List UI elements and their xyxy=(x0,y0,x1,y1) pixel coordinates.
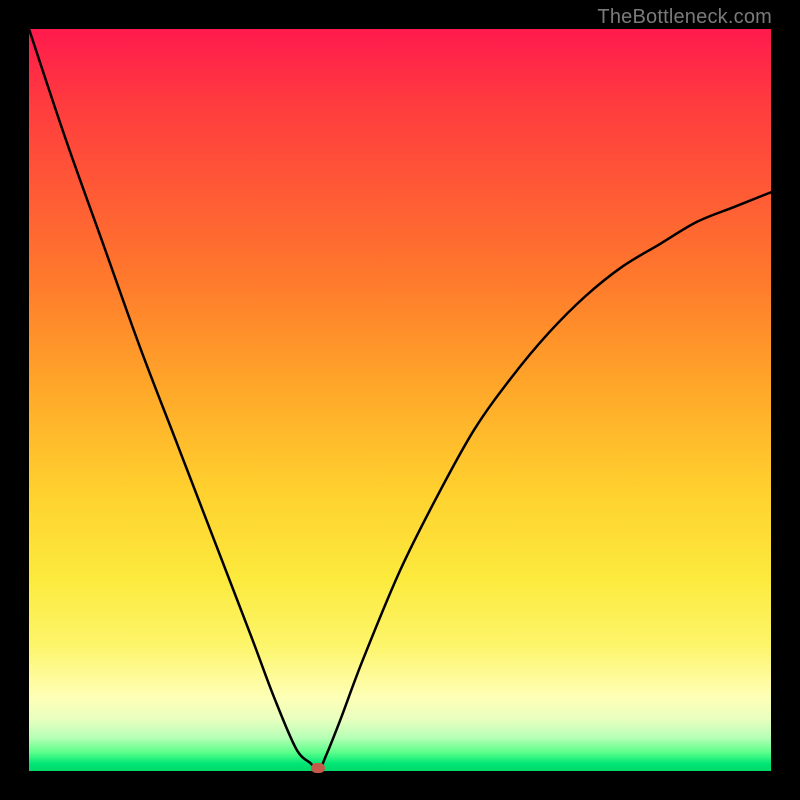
attribution-text: TheBottleneck.com xyxy=(597,6,772,29)
bottleneck-curve xyxy=(29,29,771,771)
chart-frame: TheBottleneck.com xyxy=(0,0,800,800)
plot-area xyxy=(29,29,771,771)
curve-path xyxy=(29,29,771,771)
minimum-marker xyxy=(311,763,325,773)
